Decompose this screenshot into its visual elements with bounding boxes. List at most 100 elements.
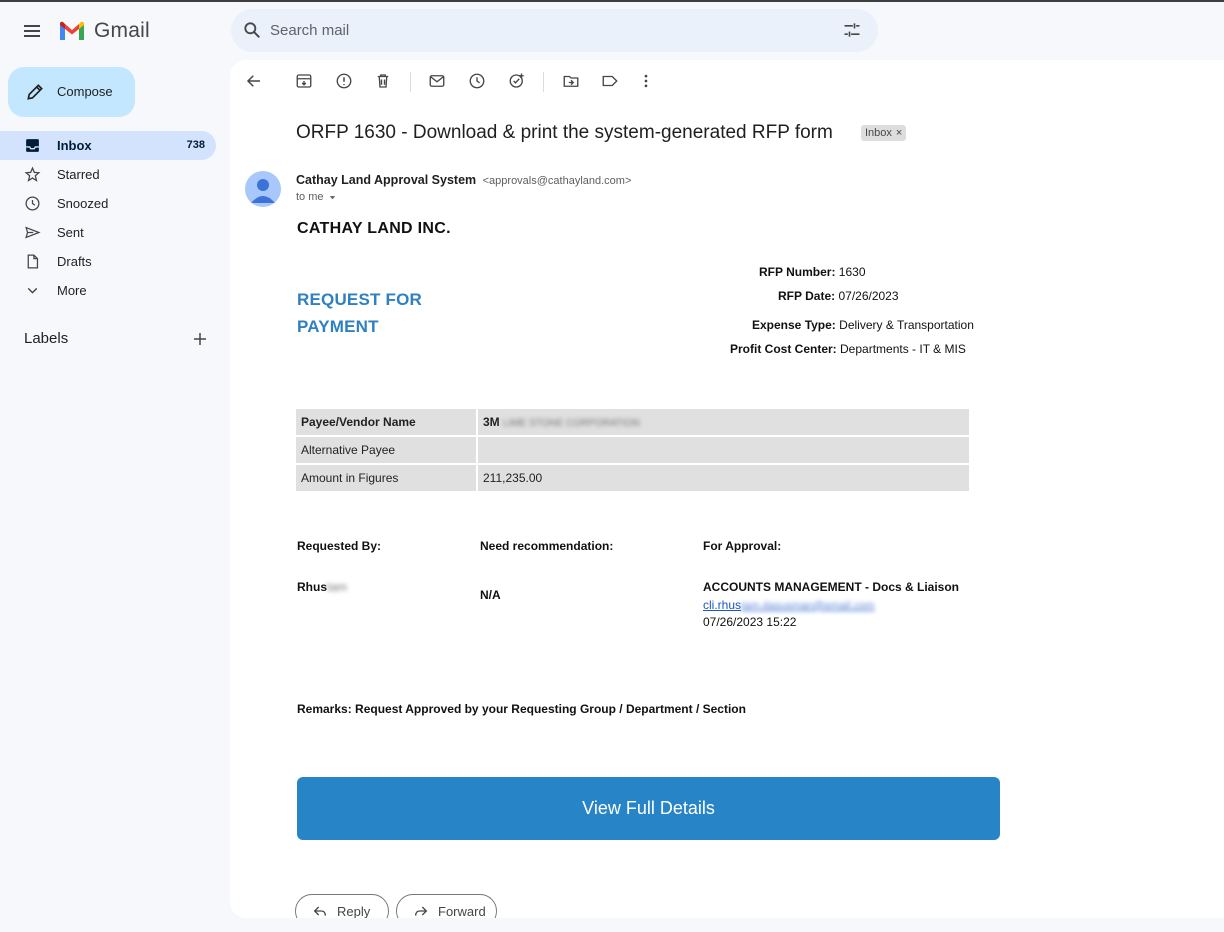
gmail-logo[interactable]: Gmail xyxy=(58,19,150,43)
requester-name-visible: Rhus xyxy=(297,580,327,594)
rfp-date-value: 07/26/2023 xyxy=(838,289,899,303)
forward-icon xyxy=(415,906,428,916)
requested-by-label: Requested By: xyxy=(297,539,382,553)
toolbar-divider xyxy=(410,72,411,92)
table-cell-value: 3M LIME STONE CORPORATION xyxy=(478,409,969,435)
table-row: Alternative Payee xyxy=(296,437,969,463)
rfp-date: RFP Date: 07/26/2023 xyxy=(778,289,899,303)
rfp-number: RFP Number: 1630 xyxy=(759,265,866,279)
sidebar-item-label: More xyxy=(57,283,87,298)
app-name: Gmail xyxy=(94,19,150,42)
sidebar-item-snoozed[interactable]: Snoozed xyxy=(0,189,216,218)
search-bar xyxy=(231,9,878,52)
sidebar-item-label: Drafts xyxy=(57,254,92,269)
remarks: Remarks: Request Approved by your Reques… xyxy=(297,702,746,716)
sidebar-item-inbox[interactable]: Inbox 738 xyxy=(0,131,216,160)
labels-header: Labels xyxy=(24,330,69,347)
sidebar-item-label: Sent xyxy=(57,225,84,240)
table-cell-label: Amount in Figures xyxy=(296,465,478,491)
toolbar-divider xyxy=(543,72,544,92)
expense-type-value: Delivery & Transportation xyxy=(839,318,974,332)
requested-by-value: Rhustam xyxy=(297,580,347,594)
add-task-icon[interactable] xyxy=(508,72,526,90)
remove-label-icon[interactable]: × xyxy=(896,127,902,139)
payee-name-visible: 3M xyxy=(483,415,500,429)
sidebar-item-sent[interactable]: Sent xyxy=(0,218,216,247)
sidebar-item-label: Inbox xyxy=(57,138,92,153)
sidebar-nav: Inbox 738 Starred Snoozed Sent Drafts Mo… xyxy=(0,131,216,305)
caret-down-icon xyxy=(329,195,335,199)
compose-label: Compose xyxy=(57,84,113,99)
gmail-m-icon xyxy=(60,21,84,40)
send-icon xyxy=(25,226,41,239)
view-full-details-button[interactable]: View Full Details xyxy=(297,777,1000,840)
forward-label: Forward xyxy=(438,903,486,919)
pencil-icon xyxy=(27,84,43,100)
search-icon[interactable] xyxy=(242,20,262,40)
email-subject: ORFP 1630 - Download & print the system-… xyxy=(296,122,833,143)
reply-label: Reply xyxy=(337,903,371,919)
sidebar-item-drafts[interactable]: Drafts xyxy=(0,247,216,276)
compose-button[interactable]: Compose xyxy=(8,67,135,117)
rfp-number-value: 1630 xyxy=(838,265,866,279)
snooze-clock-icon[interactable] xyxy=(468,72,486,90)
profit-cost-center: Profit Cost Center: Departments - IT & M… xyxy=(730,342,966,356)
draft-file-icon xyxy=(27,254,39,269)
sidebar-item-starred[interactable]: Starred xyxy=(0,160,216,189)
approval-department: ACCOUNTS MANAGEMENT - Docs & Liaison xyxy=(703,580,960,594)
sender-line: Cathay Land Approval System <approvals@c… xyxy=(296,173,631,187)
approver-email-visible: cli.rhus xyxy=(703,598,742,612)
star-icon xyxy=(24,166,41,182)
sidebar-item-label: Starred xyxy=(57,167,100,182)
rfp-date-label: RFP Date: xyxy=(778,289,836,303)
sender-name[interactable]: Cathay Land Approval System xyxy=(296,173,476,187)
rfp-title-line1: REQUEST FOR xyxy=(297,290,422,309)
company-name: CATHAY LAND INC. xyxy=(297,220,451,237)
chevron-down-icon xyxy=(27,287,38,294)
archive-icon[interactable] xyxy=(295,72,313,90)
clock-icon xyxy=(25,196,40,211)
mark-unread-icon[interactable] xyxy=(428,72,446,90)
report-spam-icon[interactable] xyxy=(335,72,353,90)
back-arrow-icon[interactable] xyxy=(245,72,263,90)
label-tag-icon[interactable] xyxy=(601,72,619,90)
move-to-folder-icon[interactable] xyxy=(562,72,580,90)
person-icon xyxy=(251,179,275,203)
table-cell-label: Payee/Vendor Name xyxy=(296,409,478,435)
approver-email-redacted: tam.dasusman@email.com xyxy=(741,600,875,612)
main-menu-button[interactable] xyxy=(20,19,44,43)
payee-name-redacted: LIME STONE CORPORATION xyxy=(503,418,640,429)
need-recommendation-value: N/A xyxy=(480,588,501,602)
hamburger-icon xyxy=(24,25,40,37)
inbox-label-chip[interactable]: Inbox × xyxy=(861,125,907,141)
reply-icon xyxy=(313,906,326,916)
sidebar-item-label: Snoozed xyxy=(57,196,109,211)
reply-button[interactable]: Reply xyxy=(295,894,389,918)
add-label-icon[interactable] xyxy=(191,330,209,348)
avatar[interactable] xyxy=(245,171,281,207)
label-chip-text: Inbox xyxy=(865,127,892,139)
need-recommendation-label: Need recommendation: xyxy=(480,539,614,553)
requester-name-redacted: tam xyxy=(327,580,348,594)
trash-icon[interactable] xyxy=(374,72,392,90)
table-cell-value xyxy=(478,437,969,463)
search-options-icon[interactable] xyxy=(842,20,862,40)
more-vert-icon[interactable] xyxy=(637,72,655,90)
table-cell-label: Alternative Payee xyxy=(296,437,478,463)
recipient-details-toggle[interactable]: to me xyxy=(296,191,337,203)
approver-email-link[interactable]: cli.rhustam.dasusman@email.com xyxy=(703,598,874,612)
message-view: ORFP 1630 - Download & print the system-… xyxy=(230,60,1224,918)
for-approval-label: For Approval: xyxy=(703,539,782,553)
profit-cost-center-value: Departments - IT & MIS xyxy=(840,342,966,356)
rfp-title-line2: PAYMENT xyxy=(297,317,379,336)
rfp-number-label: RFP Number: xyxy=(759,265,836,279)
forward-button[interactable]: Forward xyxy=(396,894,497,918)
sidebar-item-more[interactable]: More xyxy=(0,276,216,305)
unread-count: 738 xyxy=(186,139,205,151)
profit-cost-center-label: Profit Cost Center: xyxy=(730,342,837,356)
sender-email: <approvals@cathayland.com> xyxy=(482,175,632,187)
window-top-border xyxy=(0,0,1224,2)
recipient-text: to me xyxy=(296,191,324,203)
approval-datetime: 07/26/2023 15:22 xyxy=(703,615,797,629)
search-input[interactable] xyxy=(270,17,830,44)
